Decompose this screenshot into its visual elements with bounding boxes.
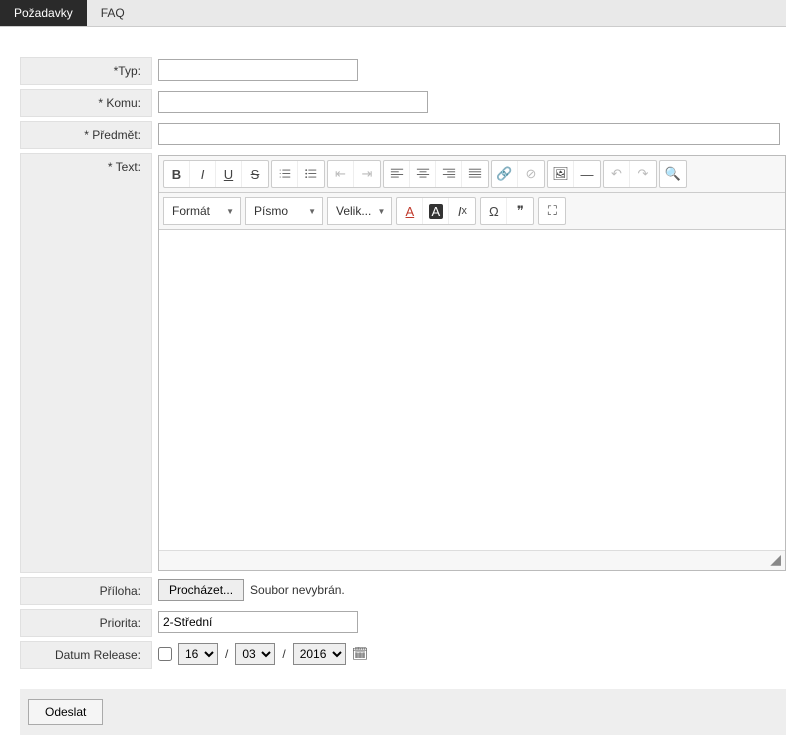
unlink-icon[interactable]: ⊘	[518, 161, 544, 187]
ordered-list-icon[interactable]	[272, 161, 298, 187]
tab-pozadavky[interactable]: Požadavky	[0, 0, 87, 26]
undo-icon[interactable]: ↶	[604, 161, 630, 187]
font-select[interactable]: Písmo	[245, 197, 323, 225]
submit-bar: Odeslat	[20, 689, 786, 735]
redo-icon[interactable]: ↷	[630, 161, 656, 187]
indent-icon[interactable]: ⇥	[354, 161, 380, 187]
unordered-list-icon[interactable]	[298, 161, 324, 187]
image-icon[interactable]: 🖼	[548, 161, 574, 187]
align-right-icon[interactable]	[436, 161, 462, 187]
browse-button[interactable]: Procházet...	[158, 579, 244, 601]
label-datum: Datum Release:	[20, 641, 152, 669]
tab-bar: Požadavky FAQ	[0, 0, 786, 27]
bold-icon[interactable]: B	[164, 161, 190, 187]
date-separator: /	[281, 647, 286, 661]
date-separator: /	[224, 647, 229, 661]
search-icon[interactable]: 🔍	[660, 161, 686, 187]
label-priloha: Příloha:	[20, 577, 152, 605]
label-priorita: Priorita:	[20, 609, 152, 637]
format-select[interactable]: Formát	[163, 197, 241, 225]
calendar-icon[interactable]: 🗓	[352, 646, 369, 662]
outdent-icon[interactable]: ⇤	[328, 161, 354, 187]
date-day-select[interactable]: 16	[178, 643, 218, 665]
bg-color-icon[interactable]: A	[423, 198, 449, 224]
label-komu: * Komu:	[20, 89, 152, 117]
quote-icon[interactable]: ❞	[507, 198, 533, 224]
align-left-icon[interactable]	[384, 161, 410, 187]
label-typ: *Typ:	[20, 57, 152, 85]
priority-select[interactable]	[158, 611, 358, 633]
form: *Typ: * Komu: * Předmět: * Text: B I U S	[20, 57, 786, 669]
editor-toolbar-1: B I U S ⇤ ⇥	[159, 156, 785, 193]
date-year-select[interactable]: 2016	[293, 643, 346, 665]
editor-toolbar-2: Formát Písmo Velik... A A Ix Ω ❞ ⛶	[159, 193, 785, 230]
tab-faq[interactable]: FAQ	[87, 0, 139, 26]
file-status: Soubor nevybrán.	[250, 583, 345, 597]
link-icon[interactable]: 🔗	[492, 161, 518, 187]
input-komu[interactable]	[158, 91, 428, 113]
text-color-icon[interactable]: A	[397, 198, 423, 224]
align-center-icon[interactable]	[410, 161, 436, 187]
resize-handle-icon[interactable]: ◢	[159, 550, 785, 570]
input-typ[interactable]	[158, 59, 358, 81]
editor-textarea[interactable]	[159, 230, 785, 550]
italic-icon[interactable]: I	[190, 161, 216, 187]
label-text: * Text:	[20, 153, 152, 573]
align-justify-icon[interactable]	[462, 161, 488, 187]
date-enable-checkbox[interactable]	[158, 647, 172, 661]
special-char-icon[interactable]: Ω	[481, 198, 507, 224]
label-predmet: * Předmět:	[20, 121, 152, 149]
size-select[interactable]: Velik...	[327, 197, 392, 225]
rich-text-editor: B I U S ⇤ ⇥	[158, 155, 786, 571]
input-predmet[interactable]	[158, 123, 780, 145]
clear-format-icon[interactable]: Ix	[449, 198, 475, 224]
underline-icon[interactable]: U	[216, 161, 242, 187]
strike-icon[interactable]: S	[242, 161, 268, 187]
maximize-icon[interactable]: ⛶	[539, 198, 565, 224]
date-month-select[interactable]: 03	[235, 643, 275, 665]
submit-button[interactable]: Odeslat	[28, 699, 103, 725]
hr-icon[interactable]: ―	[574, 161, 600, 187]
